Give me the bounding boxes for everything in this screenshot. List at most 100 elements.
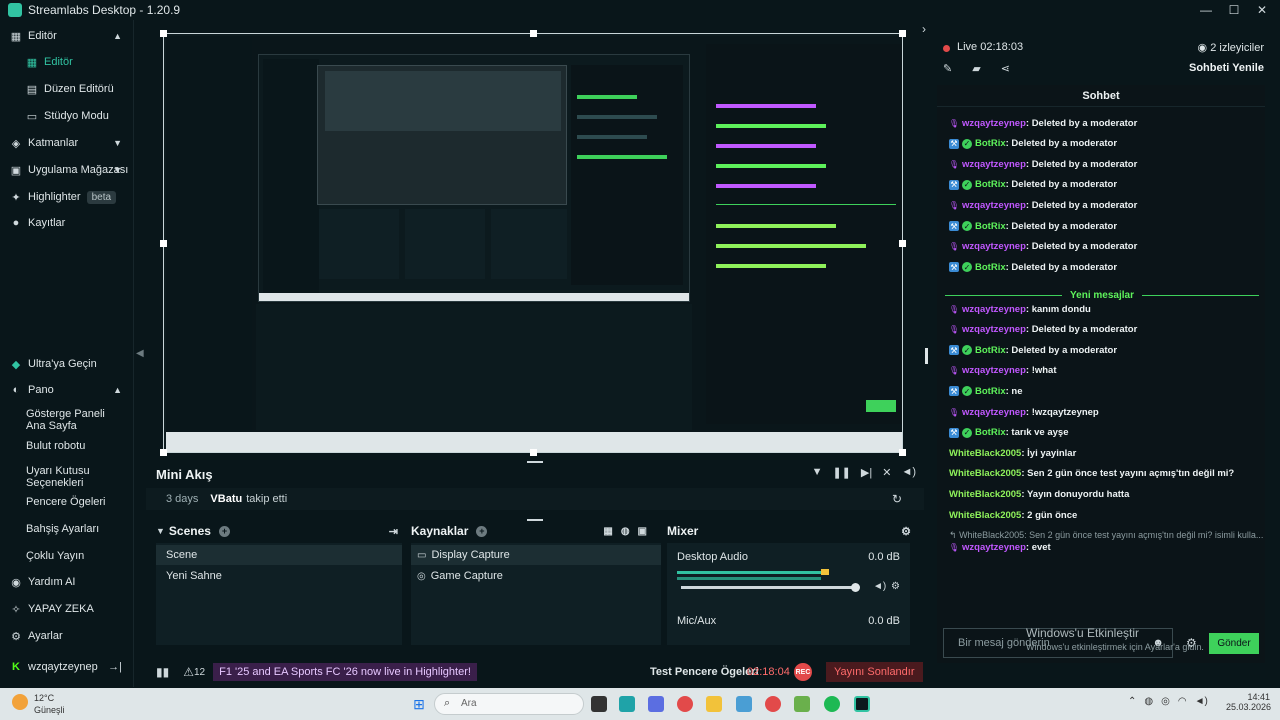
chevron-down-icon[interactable]: ▼ [156,526,165,536]
nav-help-ai[interactable]: ◉ Yardım AI [0,570,134,594]
share-icon[interactable]: ⋖ [1001,62,1010,75]
resize-handle[interactable] [899,240,906,247]
add-scene-button[interactable]: + [218,525,230,537]
nav-layout-editor[interactable]: ▤ Düzen Editörü [0,77,134,101]
folder-icon[interactable]: ▰ [972,62,980,75]
sidebar-collapse-icon[interactable]: ◀ [136,348,144,359]
mute-alerts-icon[interactable]: ✕ [882,466,891,479]
nav-ai[interactable]: ✧ YAPAY ZEKA [0,597,134,621]
volume-slider-knob[interactable] [851,583,860,592]
streamlabs-icon[interactable] [854,696,870,712]
edit-icon[interactable]: ✎ [943,62,952,75]
source-item[interactable]: ▭ Display Capture [411,545,661,565]
maximize-icon[interactable]: ☐ [1226,2,1242,18]
nav-tip-settings[interactable]: Bahşiş Ayarları [0,517,134,541]
chat-username[interactable]: WhiteBlack2005 [949,510,1021,521]
refresh-chat-button[interactable]: Sohbeti Yenile [1189,62,1264,74]
chat-username[interactable]: BotRix [975,386,1006,397]
nav-user[interactable]: K wzqaytzeynep →| [0,655,134,679]
chat-username[interactable]: BotRix [975,221,1006,232]
chat-username[interactable]: wzqaytzeynep [962,241,1026,252]
nav-settings[interactable]: ⚙ Ayarlar [0,624,134,648]
replay-icon[interactable]: ↻ [892,492,902,506]
windows-start-icon[interactable]: ⊞ [411,696,427,712]
stream-preview[interactable] [160,30,906,456]
nav-cloudbot[interactable]: Bulut robotu [0,434,134,458]
test-widgets-button[interactable]: Test Pencere Ögeleri [650,666,759,678]
source-item[interactable]: ◎ Game Capture [411,566,661,586]
add-source-button[interactable]: + [476,525,488,537]
chat-username[interactable]: wzqaytzeynep [962,324,1026,335]
nav-studio-mode[interactable]: ▭ Stüdyo Modu [0,104,134,128]
resize-handle[interactable] [160,30,167,37]
pause-icon[interactable]: ❚❚ [832,466,850,479]
nav-app-store[interactable]: ▣ Uygulama Mağazası ▼ [0,158,134,182]
chat-collapse-handle[interactable] [925,348,928,364]
send-button[interactable]: Gönder [1209,633,1259,654]
minimize-icon[interactable]: — [1198,2,1214,18]
chat-username[interactable]: BotRix [975,345,1006,356]
chat-username[interactable]: wzqaytzeynep [962,200,1026,211]
resize-handle[interactable] [530,449,537,456]
source-tools-icon[interactable]: ▦◍▣ [603,526,655,537]
spotify-icon[interactable] [824,696,840,712]
logout-icon[interactable]: →| [108,661,122,673]
nav-layers[interactable]: ◈ Katmanlar ▼ [0,131,134,155]
wifi-icon[interactable]: ◠ [1178,696,1187,707]
nav-highlighter[interactable]: ✦ Highlighter beta [0,185,134,209]
chat-username[interactable]: BotRix [975,138,1006,149]
close-icon[interactable]: ✕ [1254,2,1270,18]
chat-username[interactable]: wzqaytzeynep [962,407,1026,418]
chat-username[interactable]: WhiteBlack2005 [949,489,1021,500]
chrome-icon[interactable] [677,696,693,712]
volume-icon[interactable]: ◄) [901,466,916,479]
warning-icon[interactable]: ⚠ [183,665,194,679]
taskbar-search[interactable]: ⌕ Ara [434,693,584,715]
nav-editor[interactable]: ▦ Editör [0,50,134,74]
scene-item[interactable]: Yeni Sahne [156,566,402,586]
nav-alertbox[interactable]: Uyarı Kutusu Seçenekleri [0,462,134,492]
nav-editor-group[interactable]: ▦ Editör ▲ [0,24,134,48]
speaker-icon[interactable]: ◄) [873,581,886,592]
nav-pano[interactable]: ◐ Pano ▲ [0,378,134,402]
chat-username[interactable]: wzqaytzeynep [962,365,1026,376]
nav-recordings[interactable]: ● Kayıtlar [0,211,134,235]
nav-dashboard-home[interactable]: Gösterge Paneli Ana Sayfa [0,405,134,435]
resize-handle[interactable] [160,449,167,456]
tray-app-icon[interactable]: ◎ [1161,696,1170,707]
chat-username[interactable]: BotRix [975,179,1006,190]
task-view-icon[interactable] [591,696,607,712]
scene-item[interactable]: Scene [156,545,402,565]
transition-icon[interactable]: ⇥ [389,525,398,538]
chat-username[interactable]: wzqaytzeynep [962,159,1026,170]
chat-username[interactable]: wzqaytzeynep [962,542,1026,553]
chevron-up-icon[interactable]: ⌃ [1128,696,1136,707]
chat-username[interactable]: BotRix [975,427,1006,438]
end-stream-button[interactable]: Yayını Sonlandır [826,662,923,682]
bluestacks-icon[interactable] [794,696,810,712]
skip-icon[interactable]: ▶| [861,466,872,479]
stats-icon[interactable]: ▮▮ [156,665,169,679]
chrome-icon[interactable] [765,696,781,712]
resize-handle[interactable] [899,449,906,456]
edge-icon[interactable] [619,696,635,712]
nav-multistream[interactable]: Çoklu Yayın [0,544,134,568]
chat-username[interactable]: wzqaytzeynep [962,118,1026,129]
volume-slider[interactable] [681,586,857,589]
chat-username[interactable]: wzqaytzeynep [962,304,1026,315]
chat-username[interactable]: WhiteBlack2005 [949,468,1021,479]
app-icon[interactable] [736,696,752,712]
gear-icon[interactable]: ⚙ [901,525,911,538]
chevron-right-icon[interactable]: › [922,22,926,36]
volume-icon[interactable]: ◄) [1195,696,1208,707]
tray-app-icon[interactable]: ◍ [1144,696,1153,707]
record-button[interactable]: REC [794,663,812,681]
filter-icon[interactable]: ▼ [812,466,823,479]
nav-widgets[interactable]: Pencere Ögeleri [0,490,134,514]
resize-handle[interactable] [160,240,167,247]
nav-ultra[interactable]: ◆ Ultra'ya Geçin [0,352,134,376]
chat-username[interactable]: BotRix [975,262,1006,273]
resize-handle[interactable] [899,30,906,37]
resize-handle[interactable] [530,30,537,37]
taskbar-clock[interactable]: 14:41 25.03.2026 [1226,692,1271,712]
